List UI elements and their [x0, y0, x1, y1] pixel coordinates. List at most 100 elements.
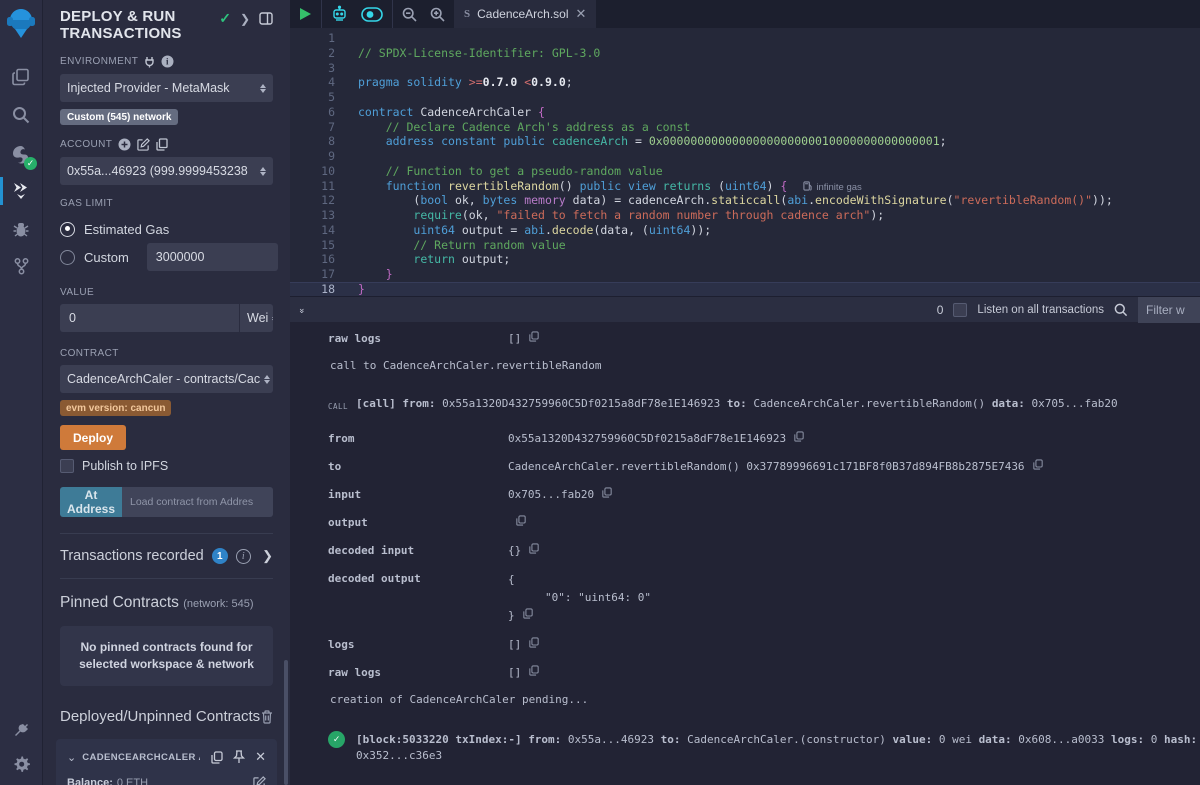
estimated-gas-option[interactable]: Estimated Gas	[60, 215, 273, 243]
transactions-recorded-row[interactable]: Transactions recorded 1 i ❯	[60, 534, 273, 578]
line-number[interactable]: 8	[290, 134, 335, 149]
line-number[interactable]: 1	[290, 31, 335, 46]
line-number[interactable]: 7	[290, 120, 335, 135]
panel-expand-icon[interactable]: ❯	[240, 12, 250, 26]
code-line[interactable]: 1	[290, 31, 1200, 46]
expand-terminal-icon[interactable]: ⌄⌄	[298, 306, 306, 313]
line-number[interactable]: 15	[290, 238, 335, 253]
terminal-log[interactable]: raw logs[]call to CadenceArchCaler.rever…	[290, 322, 1200, 785]
custom-gas-radio[interactable]	[60, 250, 75, 265]
code-line[interactable]: 5	[290, 90, 1200, 105]
code-line[interactable]: 17 }	[290, 267, 1200, 282]
copy-icon[interactable]	[529, 637, 539, 653]
code-line[interactable]: 14 uint64 output = abi.decode(data, (uin…	[290, 223, 1200, 238]
ai-assistant-robot-icon[interactable]	[331, 6, 348, 22]
code-line[interactable]: 7 // Declare Cadence Arch's address as a…	[290, 120, 1200, 135]
panel-pin-icon[interactable]	[259, 12, 273, 25]
copy-icon[interactable]	[602, 487, 612, 503]
deploy-button[interactable]: Deploy	[60, 425, 126, 450]
tab-cadencearch-sol[interactable]: S CadenceArch.sol ✕	[454, 0, 596, 28]
transactions-info-icon[interactable]: i	[236, 549, 251, 564]
code-line[interactable]: 8 address constant public cadenceArch = …	[290, 134, 1200, 149]
code-line[interactable]: 18}	[290, 282, 1200, 296]
line-number[interactable]: 16	[290, 252, 335, 267]
copy-icon[interactable]	[529, 543, 539, 559]
code-line[interactable]: 2// SPDX-License-Identifier: GPL-3.0	[290, 46, 1200, 61]
value-unit-select[interactable]: Wei	[240, 304, 273, 332]
code-line[interactable]: 11 function revertibleRandom() public vi…	[290, 179, 1200, 194]
copy-icon[interactable]	[529, 331, 539, 347]
code-line[interactable]: 16 return output;	[290, 252, 1200, 267]
deployed-contract-title[interactable]: CADENCEARCHCALER AT 0)	[82, 752, 200, 763]
line-number[interactable]: 5	[290, 90, 335, 105]
pin-contract-icon[interactable]	[233, 750, 245, 764]
copy-icon[interactable]	[794, 431, 804, 447]
line-number[interactable]: 13	[290, 208, 335, 223]
environment-info-icon[interactable]: i	[161, 55, 174, 68]
settings-gear-icon[interactable]	[0, 747, 42, 781]
copy-icon[interactable]	[529, 665, 539, 681]
copy-icon[interactable]	[516, 515, 526, 531]
plugin-manager-icon[interactable]	[0, 713, 42, 747]
line-number[interactable]: 4	[290, 75, 335, 90]
terminal-filter-input[interactable]	[1138, 297, 1200, 323]
solidity-compiler-icon[interactable]: ✓	[0, 138, 42, 172]
search-icon[interactable]	[0, 98, 42, 132]
line-number[interactable]: 3	[290, 61, 335, 76]
zoom-out-icon[interactable]	[402, 7, 417, 22]
code-line[interactable]: 3	[290, 61, 1200, 76]
close-tab-icon[interactable]: ✕	[576, 6, 587, 22]
publish-ipfs-option[interactable]: Publish to IPFS	[60, 459, 273, 473]
add-account-icon[interactable]	[118, 138, 131, 151]
code-line[interactable]: 13 require(ok, "failed to fetch a random…	[290, 208, 1200, 223]
line-number[interactable]: 9	[290, 149, 335, 164]
code-line[interactable]: 9	[290, 149, 1200, 164]
panel-scrollbar[interactable]	[284, 660, 288, 785]
custom-gas-option[interactable]: Custom	[60, 243, 273, 271]
environment-select[interactable]: Injected Provider - MetaMask	[60, 74, 273, 102]
remix-logo[interactable]	[0, 0, 42, 46]
line-number[interactable]: 10	[290, 164, 335, 179]
line-number[interactable]: 18	[290, 282, 335, 296]
code-line[interactable]: 15 // Return random value	[290, 238, 1200, 253]
custom-gas-input[interactable]	[147, 243, 278, 271]
git-icon[interactable]	[0, 249, 42, 283]
debugger-icon[interactable]	[0, 212, 42, 246]
code-line[interactable]: 12 (bool ok, bytes memory data) = cadenc…	[290, 193, 1200, 208]
line-number[interactable]: 11	[290, 179, 335, 194]
trash-icon[interactable]	[261, 710, 273, 724]
code-editor[interactable]: 12// SPDX-License-Identifier: GPL-3.034p…	[290, 28, 1200, 296]
line-number[interactable]: 17	[290, 267, 335, 282]
sign-message-icon[interactable]	[137, 138, 150, 151]
deploy-run-icon[interactable]	[0, 174, 42, 208]
close-contract-icon[interactable]: ✕	[255, 749, 266, 765]
value-input[interactable]	[60, 304, 240, 332]
account-select[interactable]: 0x55a...46923 (999.9999453238	[60, 157, 273, 185]
plug-icon[interactable]	[144, 56, 155, 68]
transactions-expand-icon[interactable]: ❯	[262, 548, 273, 564]
line-number[interactable]: 2	[290, 46, 335, 61]
at-address-button[interactable]: At Address	[60, 487, 122, 517]
at-address-input[interactable]	[122, 487, 273, 517]
code-line[interactable]: 4pragma solidity >=0.7.0 <0.9.0;	[290, 75, 1200, 90]
copy-icon[interactable]	[523, 607, 533, 625]
copilot-toggle-icon[interactable]	[361, 7, 383, 22]
publish-ipfs-checkbox[interactable]	[60, 459, 74, 473]
run-script-icon[interactable]	[299, 7, 312, 21]
line-number[interactable]: 12	[290, 193, 335, 208]
copy-account-icon[interactable]	[156, 138, 168, 151]
zoom-in-icon[interactable]	[430, 7, 445, 22]
edit-balance-icon[interactable]	[253, 776, 266, 785]
terminal-search-icon[interactable]	[1114, 303, 1128, 317]
collapse-chevron-icon[interactable]: ⌄	[67, 751, 76, 764]
copy-address-icon[interactable]	[211, 751, 223, 764]
estimated-gas-radio[interactable]	[60, 222, 75, 237]
contract-select[interactable]: CadenceArchCaler - contracts/Cac	[60, 365, 273, 393]
line-number[interactable]: 6	[290, 105, 335, 120]
copy-icon[interactable]	[1033, 459, 1043, 475]
listen-all-transactions-checkbox[interactable]	[953, 303, 967, 317]
code-line[interactable]: 6contract CadenceArchCaler {	[290, 105, 1200, 120]
file-explorer-icon[interactable]	[0, 60, 42, 94]
line-number[interactable]: 14	[290, 223, 335, 238]
code-line[interactable]: 10 // Function to get a pseudo-random va…	[290, 164, 1200, 179]
